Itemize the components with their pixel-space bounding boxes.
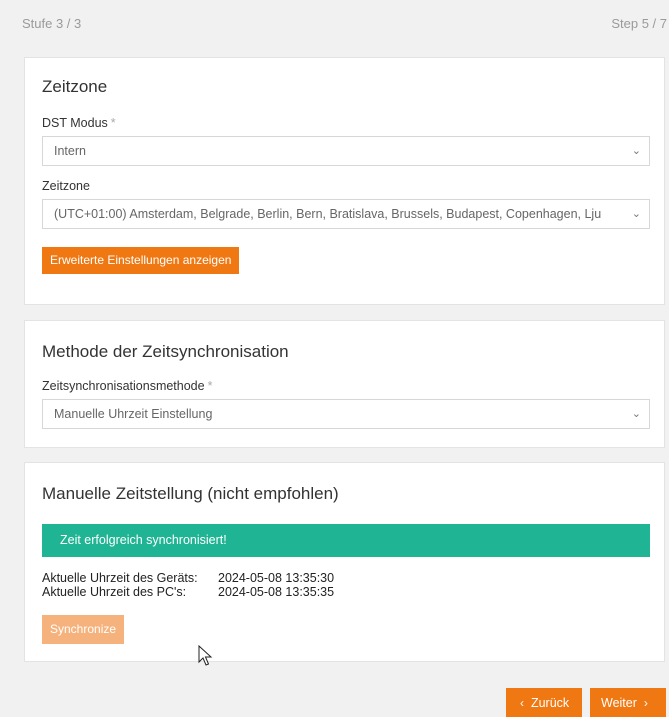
- pc-time-row: Aktuelle Uhrzeit des PC's: 2024-05-08 13:…: [42, 585, 334, 599]
- required-marker: *: [207, 379, 213, 393]
- sync-method-label: Zeitsynchronisationsmethode *: [42, 379, 212, 393]
- dst-mode-value: Intern: [54, 144, 86, 158]
- manual-time-title: Manuelle Zeitstellung (nicht empfohlen): [42, 484, 339, 503]
- dst-mode-select[interactable]: Intern ⌄: [42, 136, 650, 166]
- mouse-pointer-icon: [198, 645, 213, 666]
- next-button[interactable]: Weiter ›: [590, 688, 666, 717]
- dst-mode-label-text: DST Modus: [42, 116, 108, 130]
- sync-method-value: Manuelle Uhrzeit Einstellung: [54, 407, 213, 421]
- chevron-down-icon: ⌄: [631, 208, 641, 220]
- timezone-label: Zeitzone: [42, 179, 90, 193]
- dst-mode-label: DST Modus *: [42, 116, 116, 130]
- timezone-title: Zeitzone: [42, 77, 108, 96]
- pc-time-label: Aktuelle Uhrzeit des PC's:: [42, 585, 187, 599]
- advanced-settings-button[interactable]: Erweiterte Einstellungen anzeigen: [42, 247, 240, 274]
- chevron-right-icon: ›: [643, 696, 648, 710]
- chevron-down-icon: ⌄: [631, 145, 641, 157]
- sync-method-card: Methode der Zeitsynchronisation Zeitsync…: [24, 320, 665, 448]
- step-indicator: Step 5 / 7: [611, 16, 667, 31]
- timezone-card: Zeitzone DST Modus * Intern ⌄ Zeitzone (U…: [24, 57, 665, 305]
- device-time-value: 2024-05-08 13:35:30: [218, 571, 335, 585]
- stage-indicator: Stufe 3 / 3: [22, 16, 82, 31]
- synchronize-button[interactable]: Synchronize: [42, 615, 125, 644]
- timezone-value: (UTC+01:00) Amsterdam, Belgrade, Berlin,…: [54, 207, 602, 221]
- chevron-down-icon: ⌄: [631, 408, 641, 420]
- chevron-left-icon: ‹: [520, 696, 524, 710]
- sync-method-title: Methode der Zeitsynchronisation: [42, 342, 289, 361]
- required-marker: *: [110, 116, 116, 130]
- device-time-row: Aktuelle Uhrzeit des Geräts: 2024-05-08 1…: [42, 571, 334, 585]
- device-time-label: Aktuelle Uhrzeit des Geräts:: [42, 571, 198, 585]
- sync-method-label-text: Zeitsynchronisationsmethode: [42, 379, 205, 393]
- pc-time-value: 2024-05-08 13:35:35: [218, 585, 335, 599]
- wizard-header: Stufe 3 / 3 Step 5 / 7: [0, 0, 669, 48]
- next-button-label: Weiter: [601, 696, 637, 710]
- back-button[interactable]: ‹ Zurück: [506, 688, 582, 717]
- timezone-select[interactable]: (UTC+01:00) Amsterdam, Belgrade, Berlin,…: [42, 199, 650, 229]
- success-alert: Zeit erfolgreich synchronisiert!: [42, 524, 650, 557]
- manual-time-card: Manuelle Zeitstellung (nicht empfohlen) …: [24, 462, 665, 662]
- back-button-label: Zurück: [530, 696, 570, 710]
- sync-method-select[interactable]: Manuelle Uhrzeit Einstellung ⌄: [42, 399, 650, 429]
